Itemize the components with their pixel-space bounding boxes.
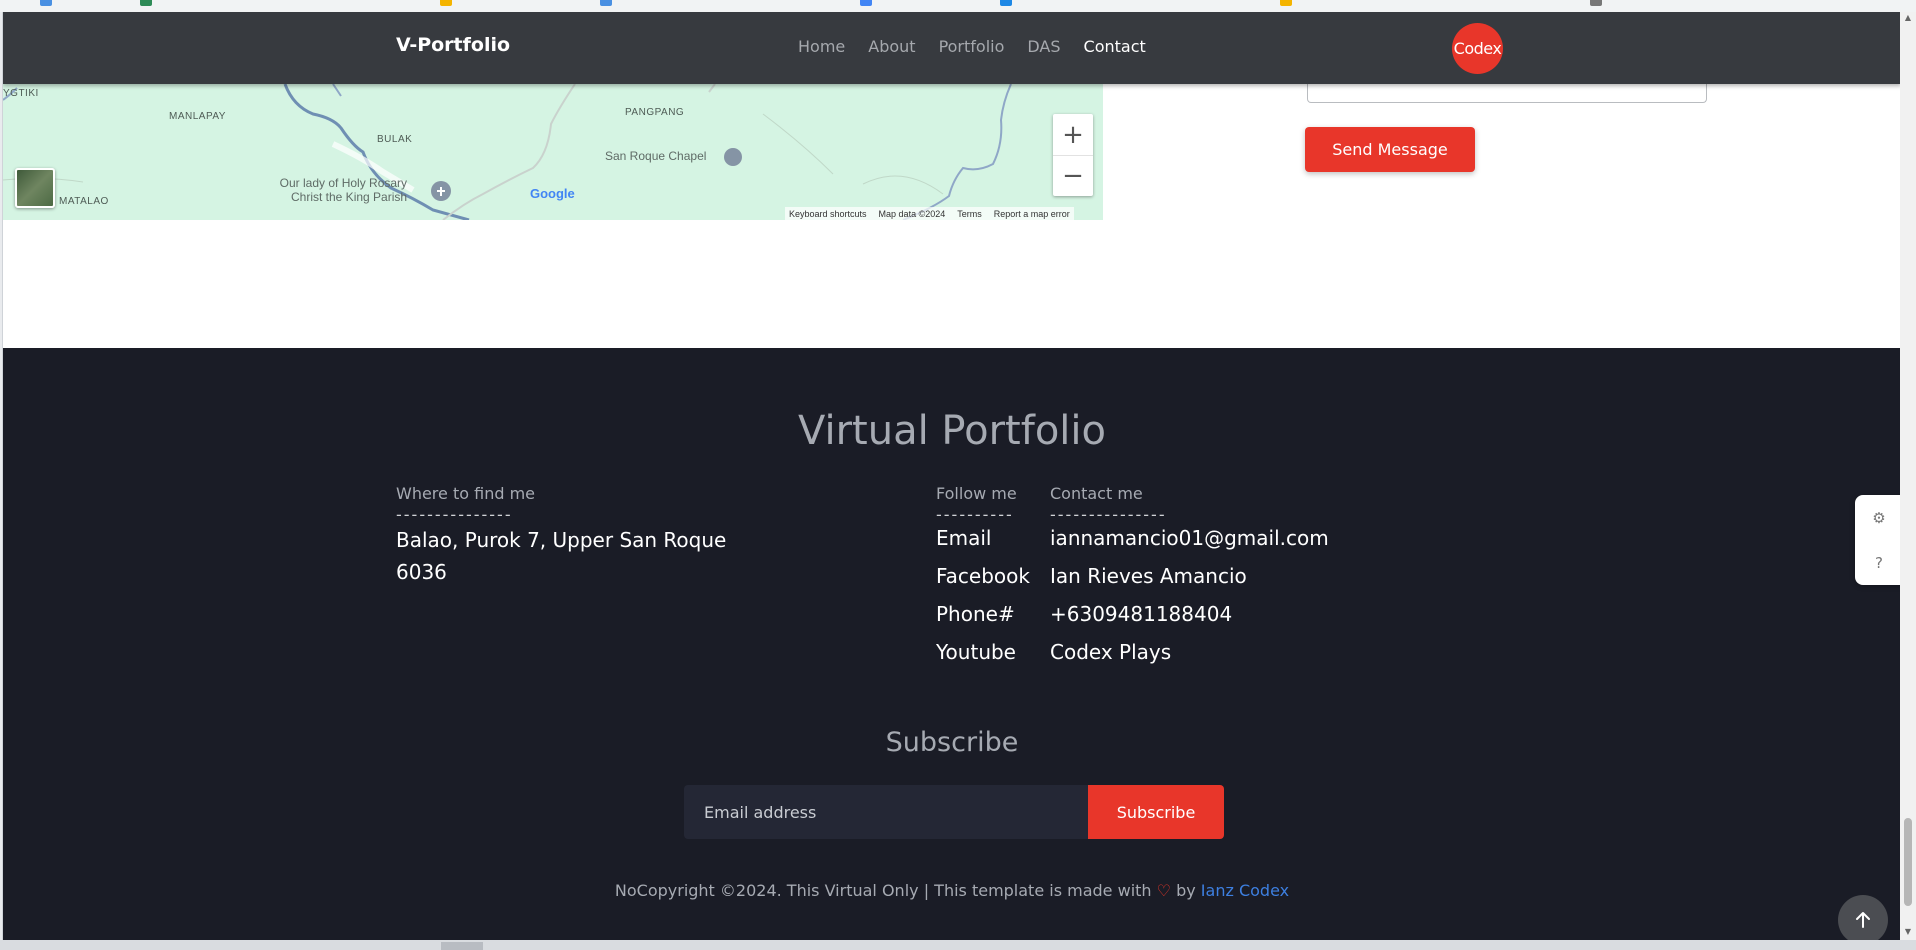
main-nav: Home About Portfolio DAS Contact	[798, 37, 1169, 56]
contact-list: iannamancio01@gmail.com Ian Rieves Amanc…	[1050, 526, 1329, 678]
embedded-map[interactable]: YGTIKI MANLAPAY BULAK PANGPANG MATALAO S…	[3, 84, 1103, 220]
address-line1: Balao, Purok 7, Upper San Roque	[396, 528, 727, 552]
contact-youtube-link[interactable]: Codex Plays	[1050, 640, 1329, 678]
subscribe-email-input[interactable]	[684, 785, 1088, 839]
follow-facebook: Facebook	[936, 564, 1030, 588]
terms-link[interactable]: Terms	[957, 209, 982, 219]
contact-phone[interactable]: +6309481188404	[1050, 602, 1329, 640]
map-poi-parish[interactable]: Our lady of Holy Rosary Christ the King …	[279, 176, 407, 204]
map-label-matalao: MATALAO	[59, 196, 109, 207]
subscribe-button[interactable]: Subscribe	[1088, 785, 1224, 839]
map-label-bulak: BULAK	[377, 134, 413, 145]
map-label-pangpang: PANGPANG	[625, 107, 685, 118]
follow-phone: Phone#	[936, 602, 1015, 626]
subscribe-title: Subscribe	[885, 727, 1019, 758]
follow-list: Email Facebook Phone# Youtube	[936, 526, 1030, 678]
where-divider: ---------------	[396, 505, 513, 524]
map-zoom-control: + −	[1053, 114, 1093, 196]
scrollbar-thumb[interactable]	[1904, 818, 1912, 906]
subscribe-form: Subscribe	[684, 785, 1224, 839]
nav-link-contact[interactable]: Contact	[1084, 37, 1146, 56]
map-data-text: Map data ©2024	[878, 208, 946, 219]
map-satellite-toggle[interactable]	[15, 168, 55, 208]
web-page: V-Portfolio Home About Portfolio DAS Con…	[2, 12, 1900, 940]
follow-divider: ----------	[936, 505, 1014, 524]
copyright: NoCopyright ©2024. This Virtual Only | T…	[3, 881, 1900, 900]
map-label-gtiki: YGTIKI	[3, 88, 39, 99]
page-scrollbar[interactable]: ▲ ▼	[1900, 12, 1916, 940]
scroll-up-arrow-icon[interactable]: ▲	[1904, 14, 1912, 22]
contact-facebook-link[interactable]: Ian Rieves Amancio	[1050, 564, 1329, 602]
footer-title: Virtual Portfolio	[798, 408, 1106, 454]
footer: Virtual Portfolio Where to find me -----…	[3, 348, 1900, 940]
brand-logo[interactable]: V-Portfolio	[396, 34, 510, 56]
map-attribution: Keyboard shortcuts Map data ©2024 Terms …	[785, 207, 1074, 220]
floating-side-panel: ⚙ ?	[1855, 495, 1900, 585]
contact-email-link[interactable]: iannamancio01@gmail.com	[1050, 526, 1329, 564]
follow-label: Follow me	[936, 484, 1017, 503]
google-logo-text: Google	[530, 186, 575, 201]
zoom-out-button[interactable]: −	[1053, 155, 1093, 196]
report-map-error-link[interactable]: Report a map error	[994, 209, 1070, 219]
follow-youtube: Youtube	[936, 640, 1016, 664]
nav-link-portfolio[interactable]: Portfolio	[939, 37, 1005, 56]
address-line2: 6036	[396, 560, 447, 584]
keyboard-shortcuts-link[interactable]: Keyboard shortcuts	[789, 209, 867, 219]
copyright-by: by	[1176, 881, 1196, 900]
navbar: V-Portfolio Home About Portfolio DAS Con…	[3, 12, 1900, 84]
author-link[interactable]: Ianz Codex	[1201, 881, 1289, 900]
copyright-text: NoCopyright ©2024. This Virtual Only | T…	[614, 881, 1152, 900]
address: Balao, Purok 7, Upper San Roque 6036	[396, 524, 756, 588]
bookmarks-bar-remnant	[0, 0, 1916, 12]
map-poi-chapel[interactable]: San Roque Chapel	[605, 149, 706, 163]
browser-frame: V-Portfolio Home About Portfolio DAS Con…	[0, 0, 1916, 950]
nav-link-home[interactable]: Home	[798, 37, 845, 56]
nav-link-about[interactable]: About	[868, 37, 915, 56]
follow-email: Email	[936, 526, 992, 550]
settings-gear-icon[interactable]: ⚙	[1855, 495, 1900, 540]
taskbar-item	[441, 942, 483, 950]
map-poi-parish-line2: Christ the King Parish	[291, 190, 408, 204]
taskbar-strip	[0, 940, 1916, 950]
send-message-button[interactable]: Send Message	[1305, 127, 1475, 172]
map-label-manlapay: MANLAPAY	[169, 111, 226, 122]
map-poi-parish-line1: Our lady of Holy Rosary	[279, 176, 408, 190]
where-label: Where to find me	[396, 484, 535, 503]
help-icon[interactable]: ?	[1855, 540, 1900, 585]
heart-icon: ♡	[1156, 881, 1171, 900]
contact-divider: ---------------	[1050, 505, 1167, 524]
scroll-to-top-button[interactable]	[1838, 895, 1888, 940]
scroll-down-arrow-icon[interactable]: ▼	[1904, 928, 1912, 936]
nav-link-das[interactable]: DAS	[1027, 37, 1060, 56]
zoom-in-button[interactable]: +	[1053, 114, 1093, 155]
contact-label: Contact me	[1050, 484, 1143, 503]
arrow-up-icon	[1856, 912, 1870, 928]
codex-avatar-button[interactable]: Codex	[1452, 23, 1503, 74]
google-logo: Google	[530, 186, 575, 201]
